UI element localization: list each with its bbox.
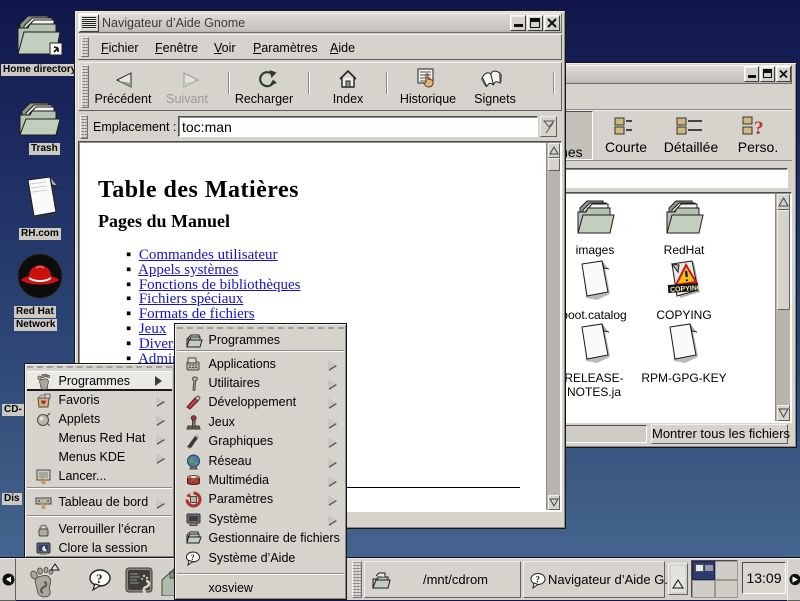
- svg-text:?: ?: [96, 571, 103, 586]
- svg-text:?: ?: [535, 575, 540, 585]
- svg-text:?: ?: [754, 118, 764, 137]
- svg-text:?: ?: [191, 553, 195, 562]
